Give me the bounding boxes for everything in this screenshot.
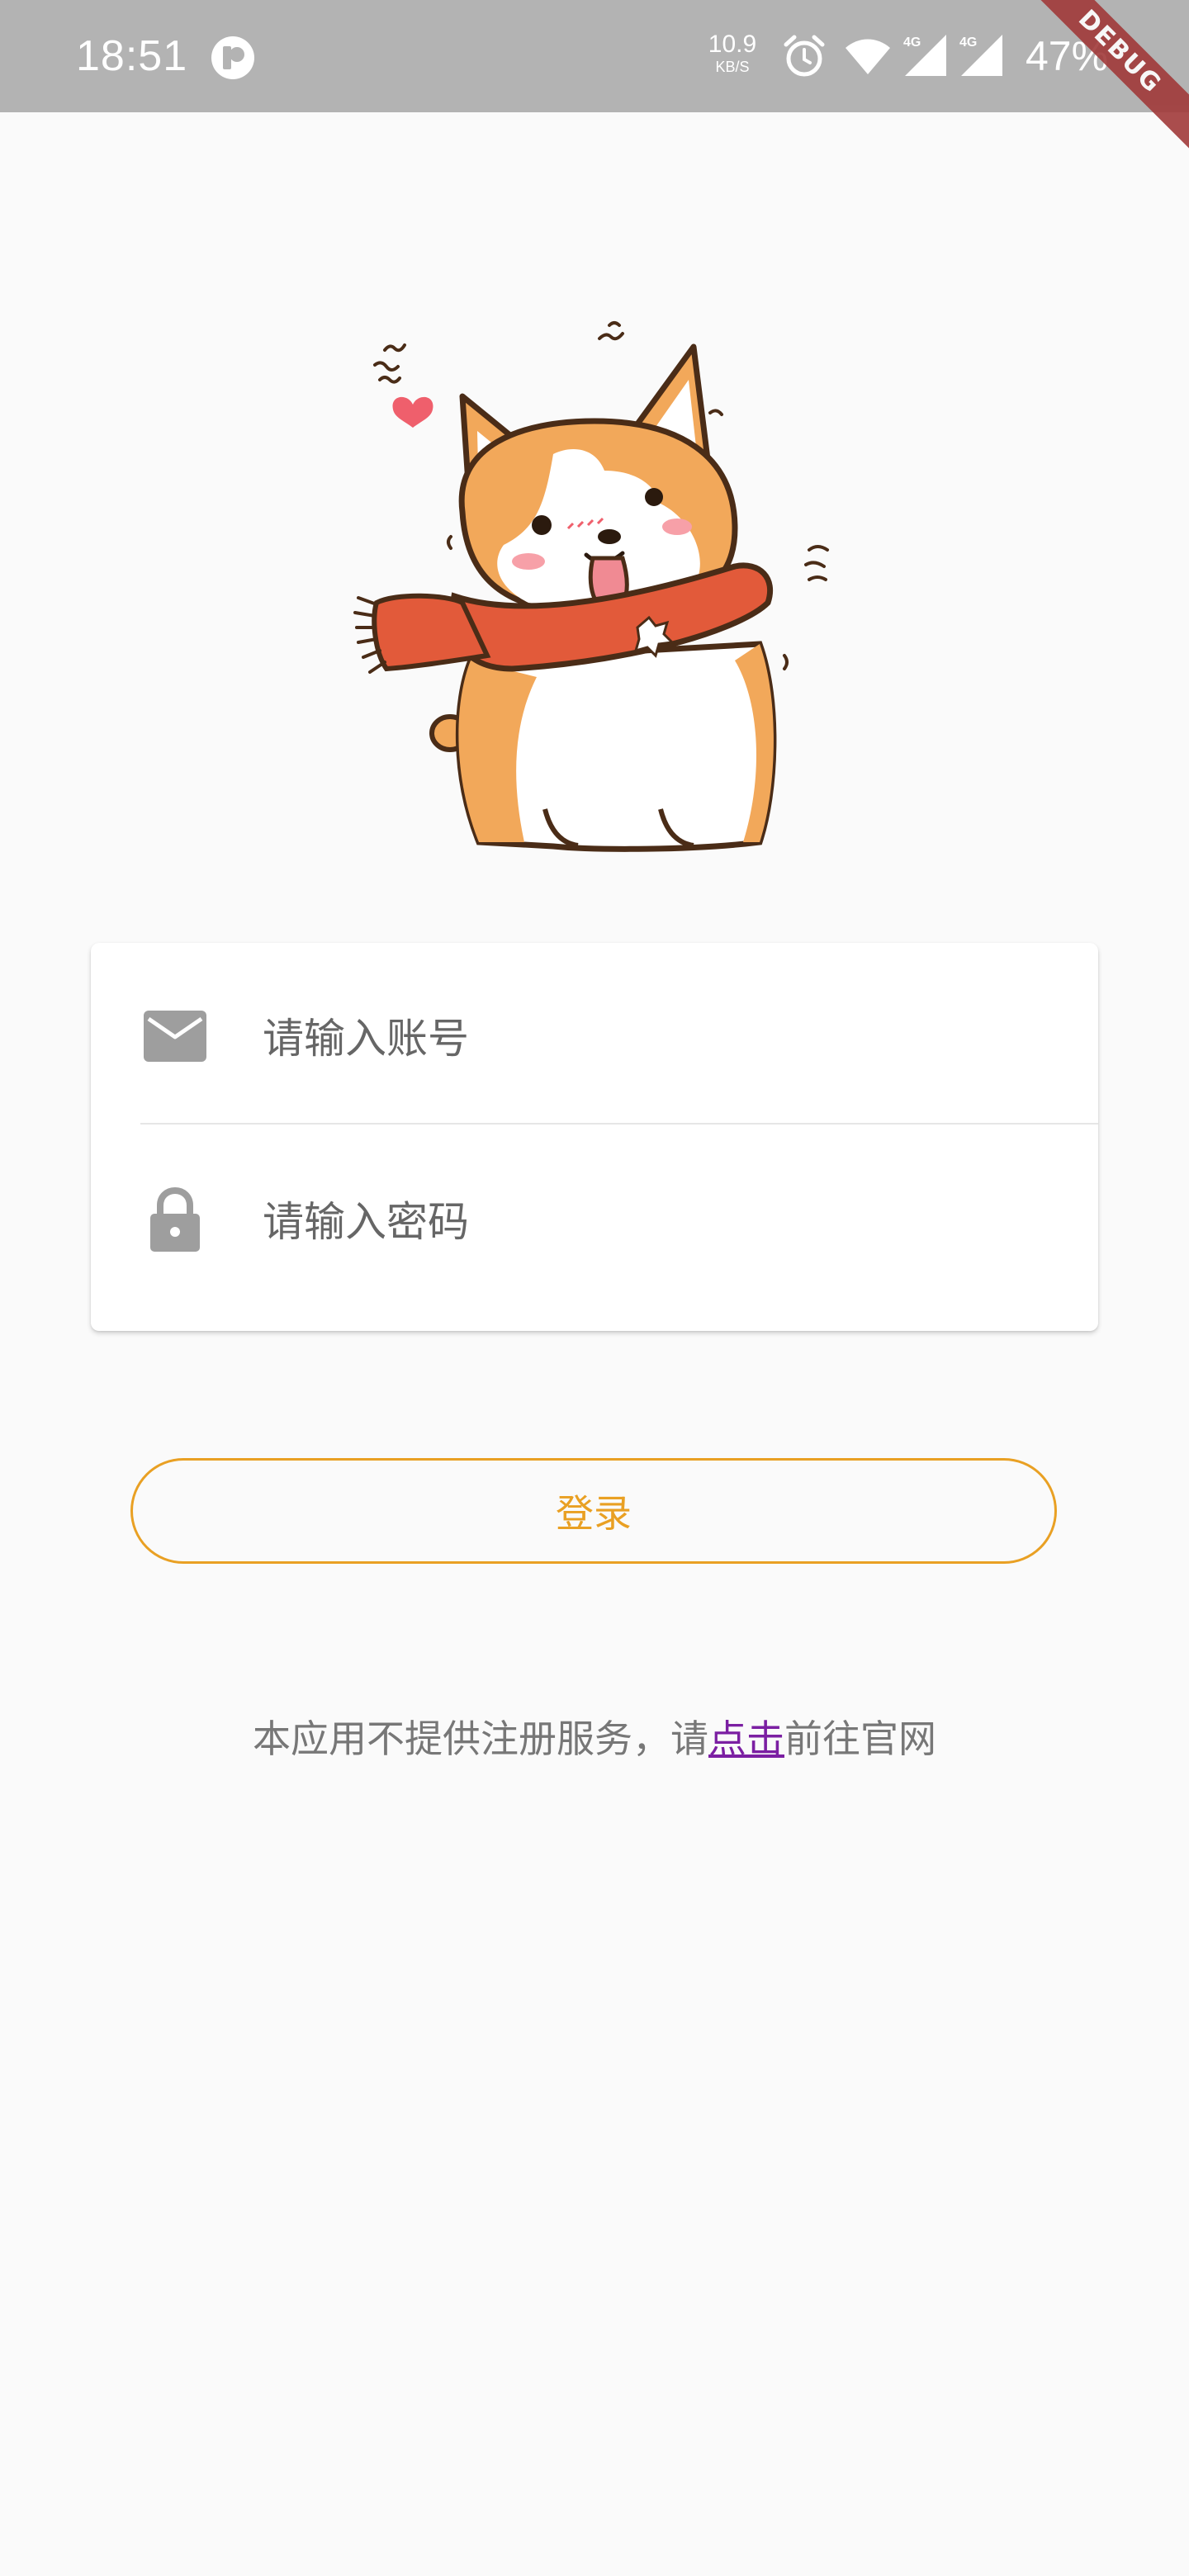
account-input[interactable] xyxy=(261,992,1057,1085)
network-speed-value: 10.9 xyxy=(708,31,757,58)
signal-icon: 4G xyxy=(959,35,1002,76)
alarm-icon xyxy=(784,35,825,77)
login-button[interactable]: 登录 xyxy=(130,1458,1057,1564)
password-input[interactable] xyxy=(261,1176,1057,1268)
signal-2-label: 4G xyxy=(959,36,977,50)
signal-1-label: 4G xyxy=(903,36,921,50)
network-speed-unit: KB/S xyxy=(715,59,750,75)
login-button-label: 登录 xyxy=(556,1491,632,1536)
status-bar: 18:51 10.9 KB/S 4G 4G 47% xyxy=(0,0,1189,112)
registration-notice: 本应用不提供注册服务，请点击前往官网 xyxy=(0,1709,1189,1769)
notice-suffix: 前往官网 xyxy=(784,1717,936,1761)
login-card xyxy=(91,943,1098,1331)
corgi-mascot-illustration xyxy=(353,321,829,852)
notice-prefix: 本应用不提供注册服务，请 xyxy=(253,1717,708,1761)
status-time: 18:51 xyxy=(76,32,188,80)
website-link[interactable]: 点击 xyxy=(708,1717,784,1761)
signal-icon: 4G xyxy=(903,35,946,76)
network-speed: 10.9 KB/S xyxy=(703,31,761,76)
login-screen: 18:51 10.9 KB/S 4G 4G 47% DEBUG 请输入账号 登录… xyxy=(0,0,1189,2576)
wifi-icon xyxy=(846,39,890,74)
account-field-row xyxy=(91,943,1098,1125)
lock-icon xyxy=(150,1187,200,1252)
field-divider xyxy=(140,1123,1098,1125)
password-field-row xyxy=(91,1126,1098,1306)
app-notification-icon xyxy=(211,36,254,79)
mail-icon xyxy=(144,1011,206,1062)
